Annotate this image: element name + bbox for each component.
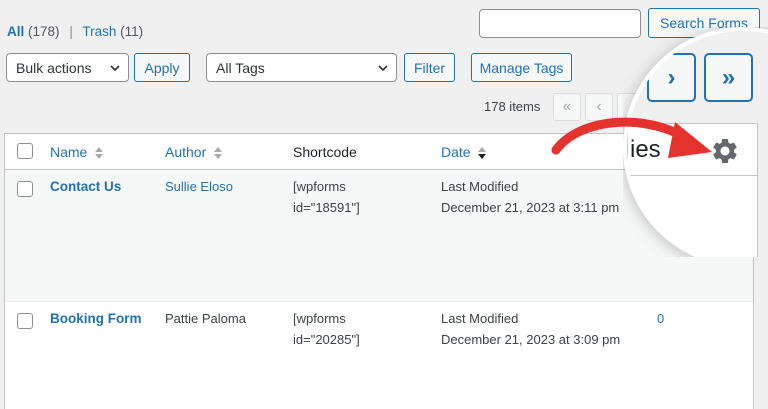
- form-title-link[interactable]: Booking Form: [50, 309, 142, 329]
- date-label: Last Modified: [441, 311, 519, 326]
- date-label: Last Modified: [441, 179, 519, 194]
- bulk-actions-select[interactable]: Bulk actions: [6, 53, 129, 82]
- chevron-down-icon: [110, 65, 120, 72]
- filter-trash-count: (11): [120, 24, 144, 39]
- author-link[interactable]: Sullie Eloso: [165, 177, 233, 197]
- date-value: December 21, 2023 at 3:09 pm: [441, 332, 621, 347]
- magnifier-circle: › » ies: [623, 27, 768, 257]
- items-count: 178 items: [484, 99, 541, 114]
- zoom-table-panel: ies: [627, 123, 758, 257]
- zoom-last-page-button[interactable]: »: [704, 53, 753, 102]
- sort-icon: [95, 147, 104, 160]
- gear-icon[interactable]: [710, 136, 740, 166]
- zoom-table-header: ies: [628, 124, 757, 176]
- row-checkbox[interactable]: [17, 181, 33, 197]
- author-name: Pattie Paloma: [165, 311, 246, 326]
- form-title-link[interactable]: Contact Us: [50, 177, 121, 197]
- chevron-down-icon: [378, 65, 388, 72]
- search-input[interactable]: [479, 9, 641, 38]
- bulk-actions-value: Bulk actions: [16, 59, 92, 76]
- table-row: Booking Form Pattie Paloma [wpforms id="…: [5, 302, 753, 409]
- select-all-checkbox[interactable]: [17, 143, 33, 159]
- manage-tags-button[interactable]: Manage Tags: [471, 53, 572, 82]
- tags-select[interactable]: All Tags: [206, 53, 397, 82]
- column-author[interactable]: Author: [165, 144, 223, 160]
- date-value: December 21, 2023 at 3:11 pm: [441, 200, 620, 215]
- column-date[interactable]: Date: [441, 144, 487, 160]
- prev-page-button[interactable]: ‹: [585, 93, 613, 121]
- filter-all-link[interactable]: All: [7, 24, 24, 39]
- sort-desc-icon: [478, 147, 487, 160]
- shortcode-line1: [wpforms: [293, 311, 346, 326]
- entries-count-link[interactable]: 0: [657, 309, 664, 329]
- filter-button[interactable]: Filter: [404, 53, 455, 82]
- filter-all-count: (178): [28, 24, 60, 39]
- magnifier-callout: › » ies: [623, 27, 768, 257]
- filter-separator: |: [69, 24, 73, 39]
- tags-value: All Tags: [216, 59, 265, 76]
- zoom-column-label: ies: [630, 136, 661, 163]
- apply-button[interactable]: Apply: [134, 53, 190, 82]
- status-filters: All (178) | Trash (11): [7, 24, 143, 39]
- column-shortcode: Shortcode: [293, 144, 357, 160]
- shortcode-line1: [wpforms: [293, 179, 346, 194]
- sort-icon: [214, 147, 223, 160]
- filter-trash-link[interactable]: Trash: [82, 24, 116, 39]
- column-name[interactable]: Name: [50, 144, 104, 160]
- shortcode-line2: id="20285"]: [293, 332, 360, 347]
- first-page-button[interactable]: «: [553, 93, 581, 121]
- shortcode-line2: id="18591"]: [293, 200, 360, 215]
- zoom-next-page-button[interactable]: ›: [647, 53, 696, 102]
- row-checkbox[interactable]: [17, 313, 33, 329]
